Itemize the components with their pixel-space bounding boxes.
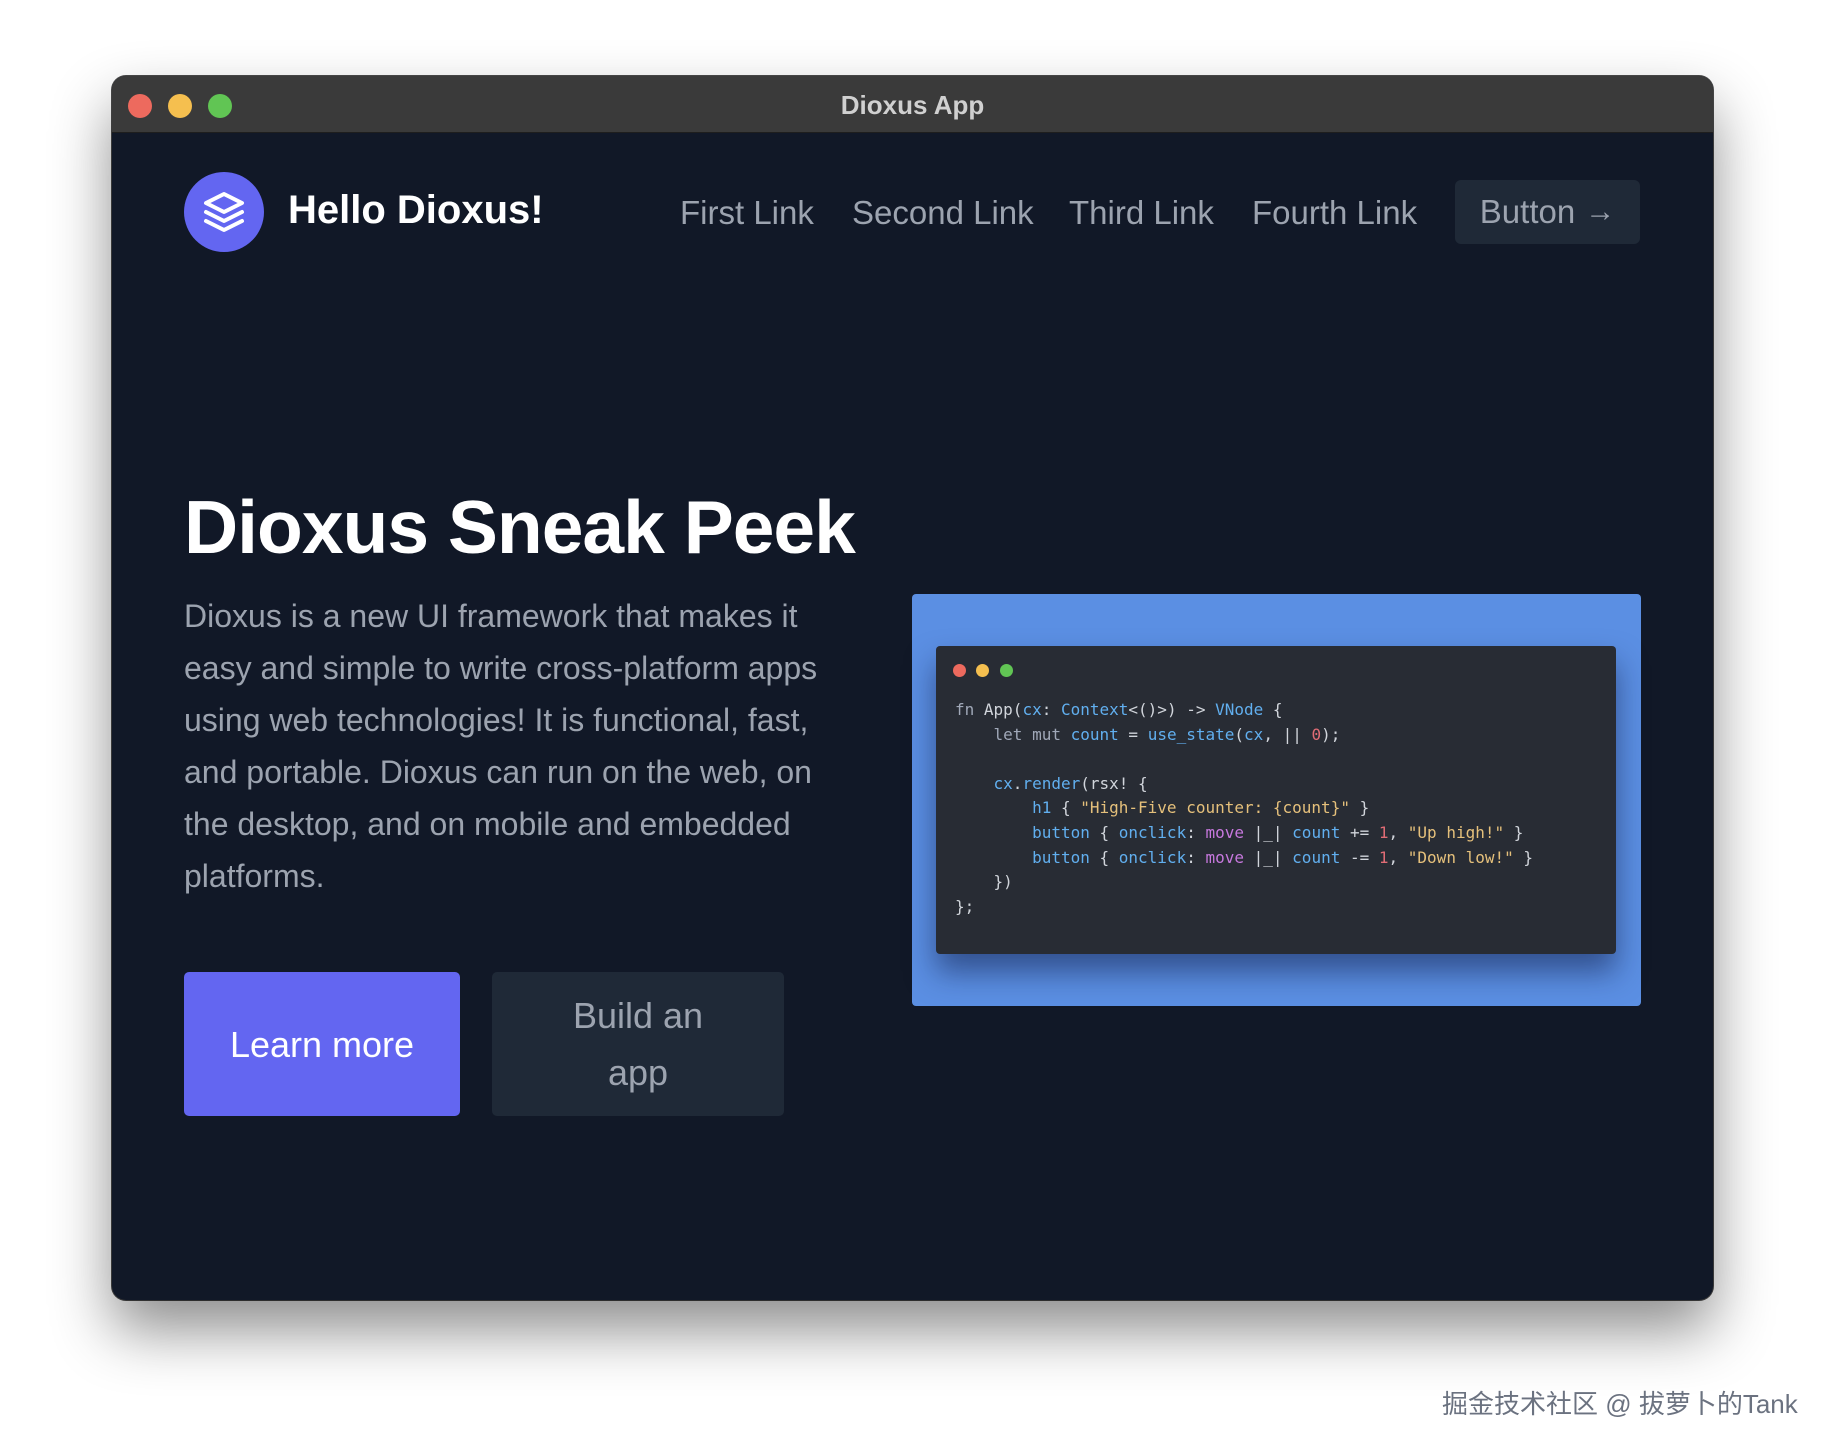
nav-link-second[interactable]: Second Link <box>852 194 1034 232</box>
header-button-label: Button <box>1479 193 1576 230</box>
nav-link-fourth[interactable]: Fourth Link <box>1252 194 1417 232</box>
hero-description: Dioxus is a new UI framework that makes … <box>184 598 818 894</box>
app-window: Dioxus App Hello Dioxus! First Link Seco… <box>112 76 1713 1300</box>
learn-more-button[interactable]: Learn more <box>184 972 460 1116</box>
brand-name[interactable]: Hello Dioxus! <box>288 188 544 233</box>
code-snippet: fn App(cx: Context<()>) -> VNode { let m… <box>955 700 1534 916</box>
hero-title: Dioxus Sneak Peek <box>184 485 856 569</box>
build-app-label: Build an app <box>572 995 704 1093</box>
code-window-close-dot <box>953 664 966 677</box>
layers-icon[interactable] <box>184 172 264 252</box>
header-button[interactable]: Button → <box>1455 180 1640 244</box>
code-preview-frame: fn App(cx: Context<()>) -> VNode { let m… <box>912 594 1641 1006</box>
code-window-minimize-dot <box>976 664 989 677</box>
learn-more-label: Learn more <box>229 1023 415 1065</box>
window-title: Dioxus App <box>840 90 985 120</box>
code-window-maximize-dot <box>1000 664 1013 677</box>
build-app-button[interactable]: Build an app <box>492 972 784 1116</box>
title-bar[interactable]: Dioxus App <box>112 76 1713 133</box>
arrow-right-icon: → <box>1585 195 1616 228</box>
code-window: fn App(cx: Context<()>) -> VNode { let m… <box>936 646 1616 954</box>
nav-link-third[interactable]: Third Link <box>1069 194 1214 232</box>
watermark: 掘金技术社区 @ 拔萝卜的Tank <box>1442 1389 1798 1419</box>
nav-link-first[interactable]: First Link <box>680 194 814 232</box>
